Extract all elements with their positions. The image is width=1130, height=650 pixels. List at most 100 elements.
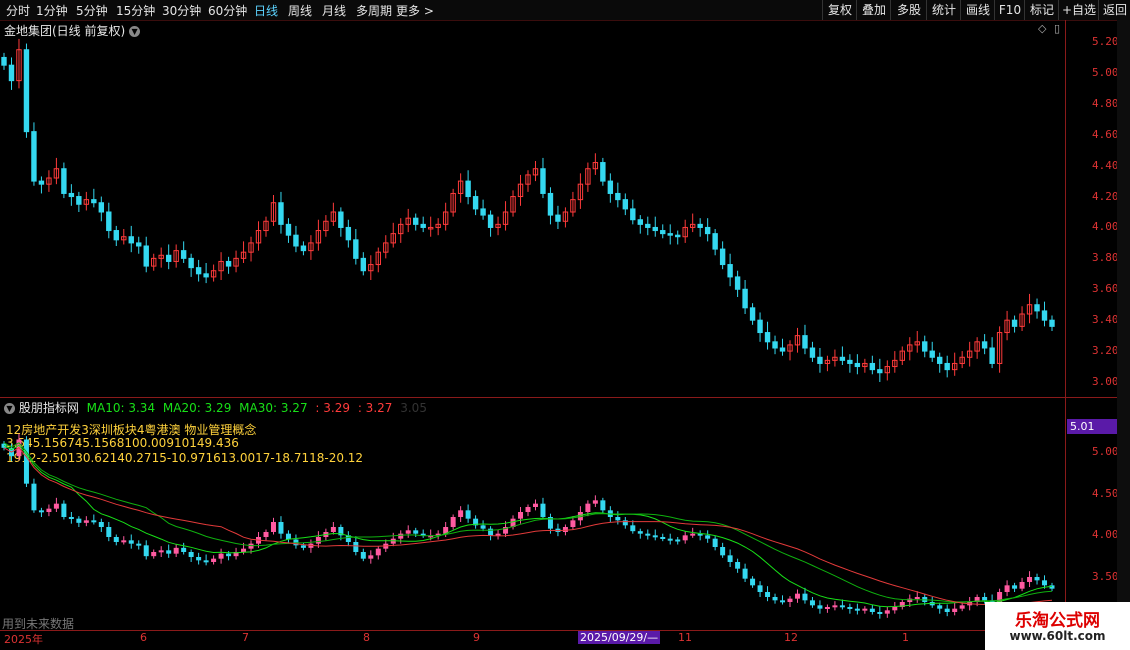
candle-body: [128, 236, 134, 244]
period-tab-7[interactable]: 周线: [288, 2, 312, 19]
candle-body: [555, 214, 561, 222]
candle-body: [188, 257, 194, 269]
indicator-candle: [278, 522, 284, 534]
date-label: 2025年: [4, 633, 43, 646]
tool-button-6[interactable]: 标记: [1024, 0, 1059, 20]
indicator-candle: [862, 608, 868, 611]
tool-button-4[interactable]: 画线: [960, 0, 995, 20]
candle-body: [480, 208, 486, 216]
period-tab-3[interactable]: 15分钟: [116, 2, 155, 19]
date-label: 8: [363, 631, 370, 644]
candle-body: [802, 335, 808, 349]
indicator-candle: [465, 510, 471, 519]
price-tick: 4.40: [1092, 158, 1119, 172]
indicator-candle: [61, 503, 67, 517]
indicator-candle: [952, 608, 958, 612]
indicator-candle: [23, 439, 29, 484]
period-tab-8[interactable]: 月线: [322, 2, 346, 19]
indicator-chart[interactable]: [0, 398, 1065, 630]
candle-body: [869, 362, 876, 371]
candle-body: [854, 362, 861, 368]
period-tab-4[interactable]: 30分钟: [162, 2, 201, 19]
tool-button-1[interactable]: 叠加: [856, 0, 891, 20]
indicator-candle: [173, 547, 179, 554]
indicator-candle: [809, 600, 815, 606]
candle-body: [203, 273, 209, 278]
indicator-candle: [525, 507, 531, 512]
period-tab-1[interactable]: 1分钟: [36, 2, 68, 19]
candle-body: [734, 276, 741, 290]
indicator-candle: [660, 537, 666, 539]
indicator-candle: [360, 552, 366, 559]
indicator-candle: [136, 543, 142, 546]
candle-body: [68, 192, 75, 198]
candle-body: [704, 226, 711, 235]
axis-divider: [1065, 20, 1066, 630]
candle-body: [106, 211, 112, 232]
indicator-candle: [944, 608, 950, 612]
tool-button-8[interactable]: 返回: [1098, 0, 1130, 20]
indicator-candle: [824, 607, 830, 609]
indicator-candle: [458, 510, 464, 517]
candle-body: [143, 245, 149, 267]
indicator-candle: [263, 532, 269, 537]
price-tick: 3.60: [1092, 282, 1119, 296]
indicator-candle: [53, 503, 59, 509]
candle-body: [727, 264, 733, 278]
candle-body: [719, 248, 726, 266]
period-tab-0[interactable]: 分时: [6, 2, 30, 19]
indicator-candle: [166, 550, 172, 554]
candle-body: [929, 350, 935, 358]
indicator-candle: [188, 552, 194, 557]
candle-body: [817, 356, 823, 364]
candle-body: [540, 168, 546, 194]
indicator-candle: [682, 535, 688, 541]
tool-button-3[interactable]: 统计: [926, 0, 961, 20]
period-tab-2[interactable]: 5分钟: [76, 2, 108, 19]
indicator-candle: [772, 597, 778, 601]
candle-body: [31, 131, 37, 182]
indicator-candle: [121, 540, 127, 543]
indicator-candle: [622, 520, 628, 526]
indicator-candle: [727, 555, 733, 562]
candle-body: [136, 242, 142, 247]
indicator-candle: [630, 525, 636, 532]
indicator-candle: [562, 527, 568, 532]
candle-body: [615, 192, 621, 201]
side-panel-strip[interactable]: [1117, 20, 1130, 650]
indicator-candle: [353, 542, 359, 552]
candle-body: [472, 196, 479, 210]
tool-button-7[interactable]: +自选: [1058, 0, 1099, 20]
indicator-candle: [1012, 585, 1018, 589]
candle-body: [465, 180, 471, 198]
period-tab-5[interactable]: 60分钟: [208, 2, 247, 19]
watermark-title: 乐淘公式网: [1015, 611, 1100, 631]
indicator-candle: [106, 527, 112, 537]
indicator-candle: [907, 598, 913, 602]
indicator-candle: [570, 520, 576, 527]
period-tab-10[interactable]: 更多 >: [396, 2, 434, 19]
period-tab-9[interactable]: 多周期: [356, 2, 392, 19]
tool-button-2[interactable]: 多股: [890, 0, 927, 20]
candle-body: [667, 233, 673, 236]
indicator-candle: [1019, 582, 1025, 589]
watermark-logo: 乐淘公式网 www.60lt.com: [985, 602, 1130, 650]
indicator-candle: [128, 540, 134, 544]
candle-body: [675, 234, 681, 238]
tool-button-0[interactable]: 复权: [822, 0, 857, 20]
candle-body: [547, 192, 554, 216]
indicator-candle: [817, 605, 823, 609]
indicator-candle: [884, 610, 890, 614]
indicator-candle: [652, 535, 658, 538]
indicator-candle: [1027, 577, 1033, 582]
indicator-candle: [450, 517, 456, 527]
indicator-candle: [248, 543, 254, 549]
price-tick: 4.20: [1092, 189, 1119, 203]
candlestick-chart[interactable]: [0, 20, 1065, 398]
candle-body: [742, 288, 748, 309]
period-tab-6[interactable]: 日线: [254, 2, 278, 19]
tool-button-5[interactable]: F10: [994, 0, 1025, 20]
indicator-candle: [780, 600, 786, 603]
candle-body: [630, 208, 636, 221]
indicator-candle: [158, 550, 164, 553]
